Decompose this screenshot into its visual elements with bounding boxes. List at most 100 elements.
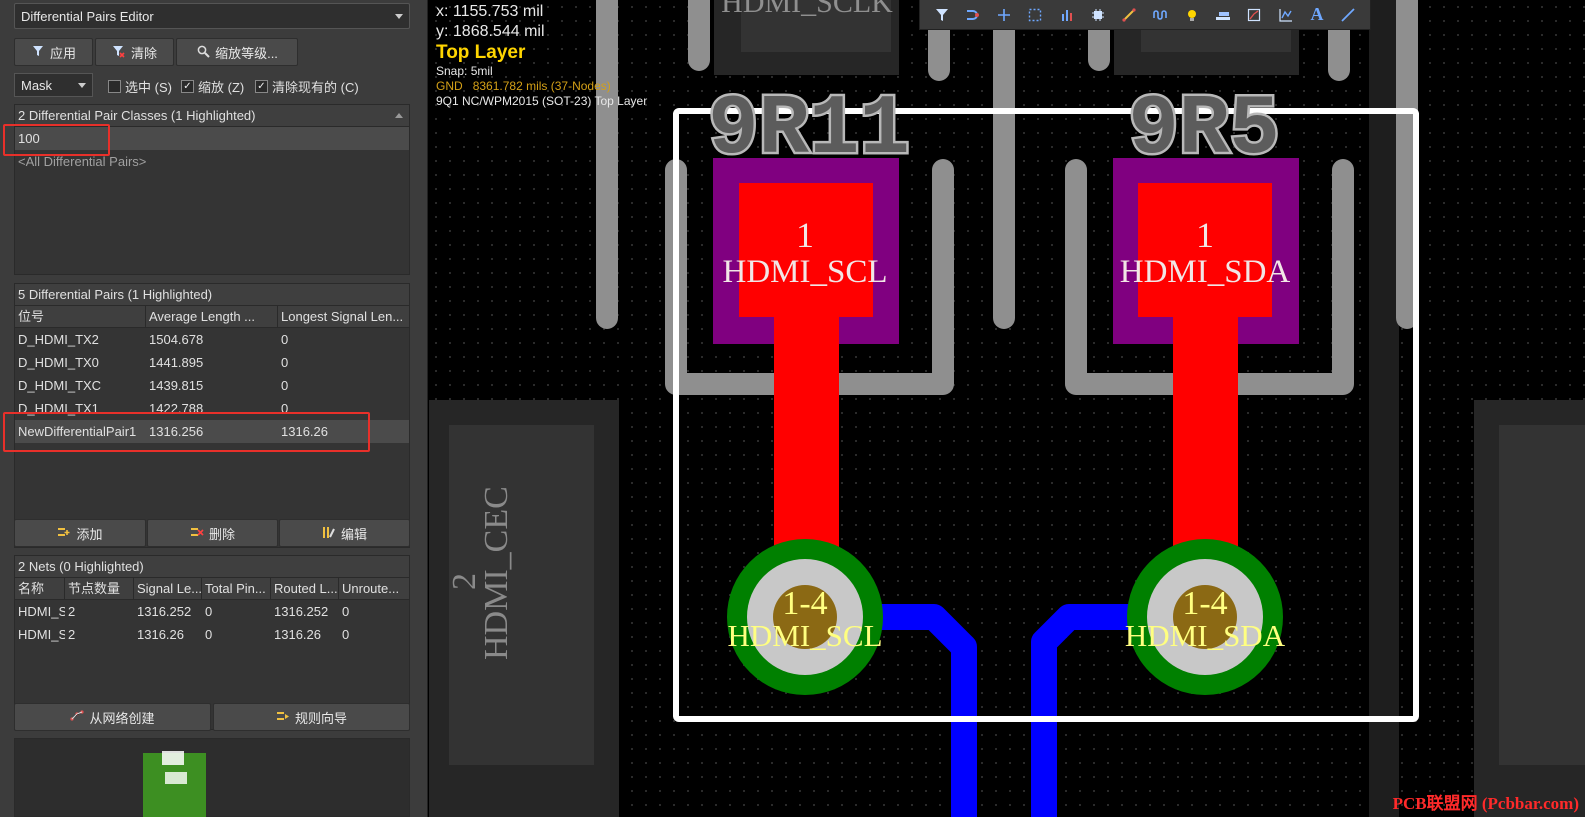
table-row[interactable]: D_HDMI_TX0 1441.895 0 — [15, 351, 409, 374]
board-preview[interactable] — [14, 738, 410, 817]
panel-title: Differential Pairs Editor — [21, 9, 154, 24]
create-from-nets-button[interactable]: 从网络创建 — [14, 703, 211, 731]
table-row[interactable]: D_HDMI_TX2 1504.678 0 — [15, 328, 409, 351]
cell: D_HDMI_TX2 — [18, 332, 99, 347]
side-net-label: HDMI_CEC — [478, 486, 515, 660]
column-header[interactable]: Signal Le... — [134, 578, 202, 599]
top-net-label: HDMI_SCLK — [721, 0, 893, 19]
heads-up-display: x: 1155.753 mil y: 1868.544 mil Top Laye… — [436, 2, 647, 109]
clear-existing-checkbox[interactable]: ✓ 清除现有的 (C) — [255, 77, 359, 96]
cell: 1316.256 — [149, 424, 204, 439]
side-pad-left-inner — [449, 425, 594, 765]
pairs-header: 5 Differential Pairs (1 Highlighted) — [15, 284, 409, 306]
via-left-net: HDMI_SCL — [727, 618, 882, 653]
pairs-section: 5 Differential Pairs (1 Highlighted) 位号 … — [14, 283, 410, 548]
clear-button[interactable]: 清除 — [95, 38, 174, 66]
zoom-checkbox[interactable]: ✓ 缩放 (Z) — [181, 77, 244, 96]
edit-button[interactable]: 编辑 — [279, 519, 410, 547]
y-coordinate: y: 1868.544 mil — [436, 23, 545, 40]
table-row-selected[interactable]: NewDifferentialPair1 1316.256 1316.26 — [15, 420, 409, 443]
pad-left-number: 1 — [796, 215, 814, 255]
checkmark-icon: ✓ — [255, 80, 268, 93]
pad-left-net: HDMI_SCL — [722, 254, 887, 290]
cell: 1316.26 — [274, 627, 321, 642]
cell: 1439.815 — [149, 378, 204, 393]
current-layer: Top Layer — [436, 42, 526, 63]
net-info: GND 8361.782 mils (37-Nodes) — [436, 79, 647, 94]
column-header[interactable]: 节点数量 — [65, 578, 134, 599]
table-row[interactable]: HDMI_S 2 1316.252 0 1316.252 0 — [15, 600, 409, 623]
cell: HDMI_S — [18, 604, 65, 619]
cell: 2 — [68, 627, 76, 642]
cell: 1316.26 — [281, 424, 328, 439]
add-pair-icon — [57, 526, 71, 540]
designator-9r11: 9R11 — [708, 83, 910, 178]
nets-header: 2 Nets (0 Highlighted) — [15, 556, 409, 578]
graph-icon[interactable] — [1275, 4, 1297, 26]
collapse-icon[interactable] — [395, 113, 403, 118]
cell: 0 — [281, 355, 289, 370]
pair-classes-title: 2 Differential Pair Classes (1 Highlight… — [18, 108, 256, 123]
filter-icon — [31, 45, 45, 59]
zoom-level-button[interactable]: 缩放等级... — [176, 38, 298, 66]
class-label: 100 — [18, 131, 40, 146]
pairs-title: 5 Differential Pairs (1 Highlighted) — [18, 287, 213, 302]
checkbox-label: 选中 (S) — [125, 80, 172, 95]
table-row[interactable]: D_HDMI_TX1 1422.788 0 — [15, 397, 409, 420]
select-checkbox[interactable]: 选中 (S) — [108, 77, 172, 96]
table-row[interactable]: HDMI_S 2 1316.26 0 1316.26 0 — [15, 623, 409, 646]
tune-icon[interactable] — [1150, 4, 1172, 26]
delete-button[interactable]: 删除 — [147, 519, 278, 547]
cell: 1441.895 — [149, 355, 204, 370]
edit-pair-icon — [322, 526, 336, 540]
cross-icon[interactable] — [993, 4, 1015, 26]
column-header[interactable]: 位号 — [15, 306, 146, 327]
add-button[interactable]: 添加 — [14, 519, 146, 547]
line-icon[interactable] — [1337, 4, 1359, 26]
column-header[interactable]: Longest Signal Len... — [278, 306, 409, 327]
route-icon[interactable] — [962, 4, 984, 26]
table-row[interactable]: D_HDMI_TXC 1439.815 0 — [15, 374, 409, 397]
chart-icon[interactable] — [1056, 4, 1078, 26]
via-right-net: HDMI_SDA — [1125, 618, 1286, 653]
layer-icon[interactable] — [1212, 4, 1234, 26]
filter-icon[interactable] — [931, 4, 953, 26]
rule-wizard-button[interactable]: 规则向导 — [213, 703, 410, 731]
mask-value: Mask — [21, 78, 53, 93]
mask-select[interactable]: Mask — [14, 73, 93, 97]
column-header[interactable]: Unroute... — [339, 578, 409, 599]
chip-icon[interactable] — [1087, 4, 1109, 26]
diff-route-icon[interactable] — [1118, 4, 1140, 26]
bulb-icon[interactable] — [1181, 4, 1203, 26]
column-header[interactable]: Total Pin... — [202, 578, 271, 599]
column-header[interactable]: Routed L... — [271, 578, 339, 599]
apply-button[interactable]: 应用 — [14, 38, 93, 66]
panel-selector-dropdown[interactable]: Differential Pairs Editor — [14, 3, 410, 29]
via-left-number: 1-4 — [782, 585, 827, 622]
chevron-down-icon — [78, 83, 86, 88]
pcb-canvas[interactable]: 9R11 9R5 HDMI_SCLK 1 HDMI_SCL 1 HDMI_SDA… — [429, 0, 1585, 817]
pad-right-number: 1 — [1196, 215, 1214, 255]
side-pad-right-inner — [1499, 425, 1585, 765]
cell: 0 — [281, 332, 289, 347]
cell: 1422.788 — [149, 401, 204, 416]
edit-label: 编辑 — [340, 526, 367, 542]
column-header[interactable]: 名称 — [15, 578, 65, 599]
cell: D_HDMI_TX1 — [18, 401, 99, 416]
cell: D_HDMI_TXC — [18, 378, 102, 393]
magnifier-icon — [196, 45, 210, 59]
designator-9r5: 9R5 — [1128, 83, 1279, 178]
class-item-100[interactable]: 100 — [15, 127, 409, 150]
polygon-icon[interactable] — [1243, 4, 1265, 26]
pcb-drawing[interactable]: 9R11 9R5 HDMI_SCLK 1 HDMI_SCL 1 HDMI_SDA… — [429, 0, 1585, 817]
nets-title: 2 Nets (0 Highlighted) — [18, 559, 144, 574]
nets-icon — [70, 710, 85, 724]
select-rect-icon[interactable] — [1024, 4, 1046, 26]
class-item-all[interactable]: <All Differential Pairs> — [15, 150, 409, 173]
cell: 1504.678 — [149, 332, 204, 347]
pair-classes-section: 2 Differential Pair Classes (1 Highlight… — [14, 104, 410, 275]
column-header[interactable]: Average Length ... — [146, 306, 278, 327]
text-icon[interactable]: A — [1306, 4, 1328, 26]
cell: 0 — [281, 378, 289, 393]
pairs-table-header: 位号 Average Length ... Longest Signal Len… — [15, 306, 409, 328]
